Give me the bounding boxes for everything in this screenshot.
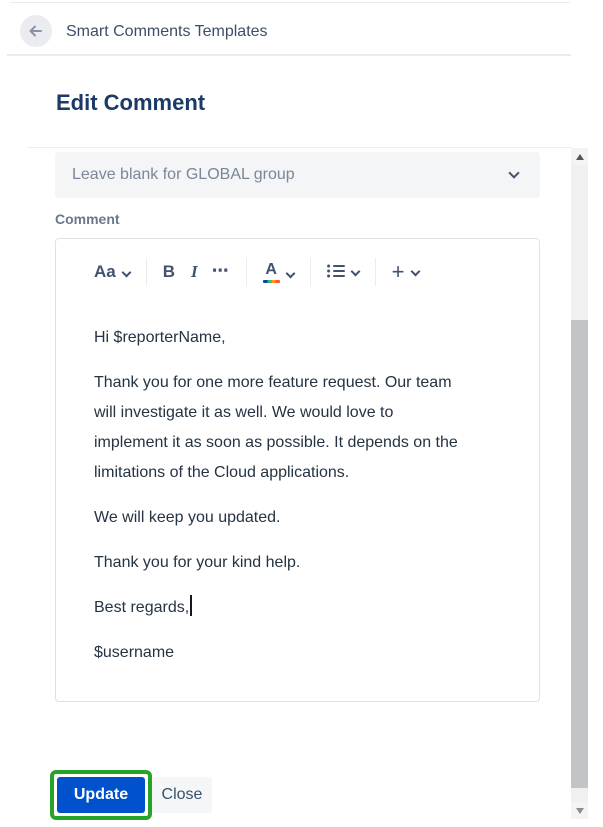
scrollbar-thumb[interactable] [571, 320, 588, 788]
chevron-down-icon [121, 267, 132, 278]
divider [10, 2, 570, 3]
back-button[interactable] [20, 15, 52, 47]
text-cursor [190, 595, 193, 616]
bold-button[interactable]: B [163, 262, 175, 282]
toolbar-separator [374, 258, 376, 286]
paragraph: We will keep you updated. [94, 503, 497, 533]
comment-editor: Aa B I ⋯ A + Hi $reporterName, Thank you… [55, 238, 540, 702]
text-line: Best regards, [94, 593, 497, 623]
comment-editor-content[interactable]: Hi $reporterName, Thank you for one more … [56, 289, 539, 668]
group-select[interactable]: Leave blank for GLOBAL group [55, 152, 540, 198]
arrow-left-icon [28, 23, 44, 39]
comment-label: Comment [55, 211, 120, 227]
scroll-down-button[interactable] [571, 802, 588, 819]
editor-toolbar: Aa B I ⋯ A + [94, 255, 539, 289]
text-line: Thank you for one more feature request. … [94, 374, 452, 391]
divider [27, 147, 571, 148]
scroll-up-button[interactable] [571, 148, 588, 165]
text-line: implement it as soon as possible. It dep… [94, 434, 458, 451]
smart-comments-dialog: Smart Comments Templates Edit Comment Le… [0, 0, 603, 827]
toolbar-separator [145, 258, 147, 286]
text-line: We will keep you updated. [94, 509, 281, 526]
update-button[interactable]: Update [57, 777, 145, 813]
toolbar-separator [309, 258, 311, 286]
paragraph: $username [94, 638, 497, 668]
text-line: Thank you for your kind help. [94, 554, 301, 571]
chevron-down-icon [508, 167, 520, 179]
bullet-list-icon [326, 264, 345, 281]
close-button[interactable]: Close [152, 777, 212, 813]
highlight-box: Update [50, 770, 152, 820]
divider [7, 54, 571, 56]
triangle-down-icon [575, 807, 584, 814]
text-color-bar [262, 279, 280, 283]
text-color-icon: A [262, 261, 280, 283]
list-button[interactable] [326, 264, 361, 281]
paragraph: Best regards, [94, 593, 497, 623]
more-formatting-button[interactable]: ⋯ [212, 261, 230, 283]
scrollbar[interactable] [571, 148, 588, 819]
group-select-placeholder: Leave blank for GLOBAL group [72, 166, 295, 183]
chevron-down-icon [285, 268, 296, 278]
insert-button[interactable]: + [391, 259, 420, 284]
text-line: limitations of the Cloud applications. [94, 464, 350, 481]
plus-icon: + [391, 259, 405, 284]
paragraph: Thank you for your kind help. [94, 548, 497, 578]
triangle-up-icon [575, 153, 584, 160]
paragraph: Hi $reporterName, [94, 323, 497, 353]
paragraph: Thank you for one more feature request. … [94, 368, 497, 488]
text-line: $username [94, 644, 175, 661]
dialog-title: Smart Comments Templates [66, 23, 268, 40]
italic-button[interactable]: I [191, 262, 198, 282]
page-title: Edit Comment [56, 90, 206, 115]
text-line: Hi $reporterName, [94, 329, 226, 346]
text-style-button[interactable]: Aa [94, 262, 132, 282]
chevron-down-icon [350, 266, 361, 276]
text-color-button[interactable]: A [262, 261, 296, 283]
text-line: will investigate it as well. We would lo… [94, 404, 394, 421]
chevron-down-icon [410, 266, 420, 277]
toolbar-separator [245, 258, 247, 286]
